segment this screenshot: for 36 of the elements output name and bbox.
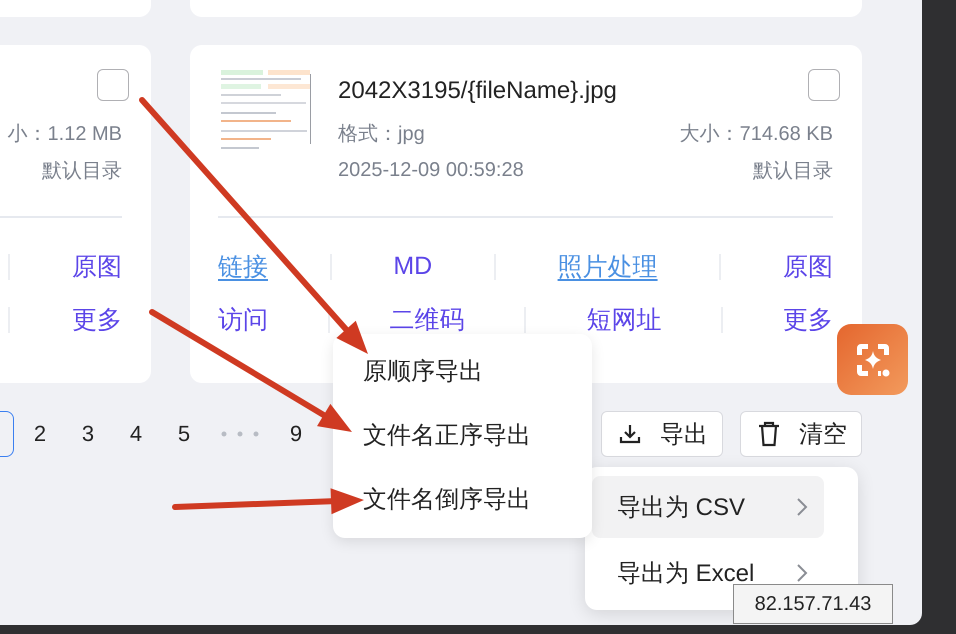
action-link[interactable]: 访问 — [218, 303, 268, 336]
page-button[interactable]: 3 — [66, 411, 110, 457]
menu-item[interactable]: 原顺序导出 — [363, 340, 483, 404]
upload-date: 2025-12-09 00:59:28 — [338, 159, 524, 182]
chevron-right-icon — [796, 563, 808, 583]
menu-item[interactable]: 文件名正序导出 — [363, 404, 531, 468]
clear-button[interactable]: 清空 — [740, 411, 862, 457]
action-link[interactable]: 更多 — [782, 303, 833, 336]
action-link[interactable]: 更多 — [72, 303, 122, 336]
page-button[interactable]: 5 — [162, 411, 206, 457]
export-button[interactable]: 导出 — [601, 411, 723, 457]
action-link[interactable]: 原图 — [782, 250, 833, 283]
action-link[interactable]: 短网址 — [586, 303, 662, 336]
page-button[interactable]: 2 — [18, 411, 62, 457]
action-link[interactable]: MD — [393, 252, 432, 281]
download-icon — [618, 422, 642, 446]
file-size: 大小：714.68 KB — [680, 122, 833, 147]
page-button[interactable]: 9 — [274, 411, 318, 457]
menu-item[interactable]: 文件名倒序导出 — [363, 468, 531, 532]
tooltip: 82.157.71.43 — [733, 584, 893, 624]
submenu-label: 导出为 CSV — [617, 493, 746, 523]
folder-name: 默认目录 — [42, 159, 122, 184]
file-name: 2042X3195/{fileName}.jpg — [338, 76, 617, 106]
assistant-button[interactable] — [837, 324, 908, 395]
file-format: 格式：jpg — [338, 122, 425, 147]
chevron-right-icon — [796, 497, 808, 517]
folder-name: 默认目录 — [753, 159, 833, 184]
action-link[interactable]: 原图 — [72, 250, 122, 283]
file-size: 小：1.12 MB — [8, 122, 122, 147]
select-checkbox[interactable] — [808, 69, 840, 101]
page-button[interactable]: 4 — [114, 411, 158, 457]
trash-icon — [757, 421, 781, 447]
action-link[interactable]: 二维码 — [390, 303, 465, 336]
more-pages-icon[interactable] — [220, 431, 260, 437]
submenu-item[interactable]: 导出为 CSV — [592, 476, 824, 538]
select-checkbox[interactable] — [97, 69, 129, 101]
